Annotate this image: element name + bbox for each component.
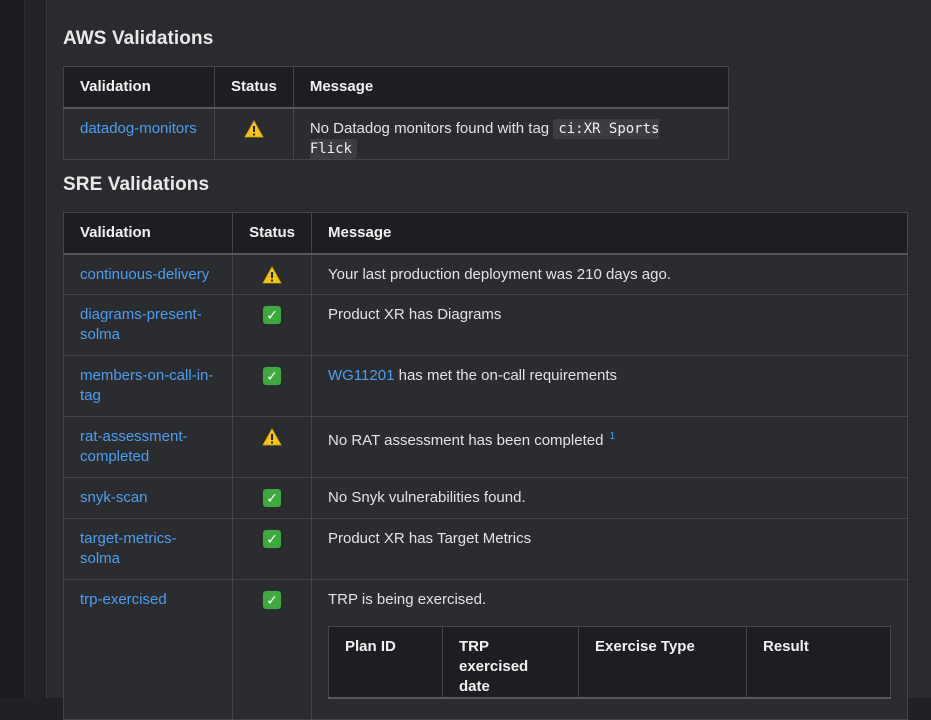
column-header-result: Result <box>746 626 891 699</box>
validation-link[interactable]: snyk-scan <box>80 489 148 506</box>
validation-link[interactable]: trp-exercised <box>80 591 167 608</box>
validation-link[interactable]: continuous-delivery <box>80 266 209 283</box>
table-row: rat-assessment-completed No RAT assessme… <box>62 416 908 478</box>
message-text: TRP is being exercised. <box>328 591 487 608</box>
message-text: Your last production deployment was 210 … <box>328 265 672 283</box>
message-cell: No RAT assessment has been completed 1 <box>311 416 908 478</box>
validation-link[interactable]: diagrams-present-solma <box>80 306 202 343</box>
message-text: has met the on-call requirements <box>394 367 618 384</box>
left-rail <box>0 0 25 698</box>
column-header-status: Status <box>232 212 312 255</box>
message-text: Product XR has Target Metrics <box>328 530 532 547</box>
message-cell: Product XR has Diagrams <box>311 294 908 356</box>
status-cell: ✓ <box>232 518 312 580</box>
sre-validations-table: Validation Status Message continuous-del… <box>62 212 908 720</box>
table-row: target-metrics-solma ✓ Product XR has Ta… <box>62 518 908 580</box>
validation-cell: members-on-call-in-tag <box>62 355 234 417</box>
validation-cell: continuous-delivery <box>62 253 234 295</box>
validation-cell: rat-assessment-completed <box>62 416 234 478</box>
table-row: members-on-call-in-tag ✓ WG11201 has met… <box>62 355 908 417</box>
validation-link[interactable]: datadog-monitors <box>80 120 197 137</box>
team-link[interactable]: WG11201 <box>328 367 394 384</box>
aws-validations-table: Validation Status Message datadog-monito… <box>63 66 730 160</box>
validation-cell: snyk-scan <box>62 477 234 519</box>
status-cell: ✓ <box>232 579 312 720</box>
column-header-validation: Validation <box>62 212 234 255</box>
footnote-link[interactable]: 1 <box>610 431 616 442</box>
status-cell: ✓ <box>232 294 312 356</box>
validation-link[interactable]: target-metrics-solma <box>80 530 177 567</box>
table-row: diagrams-present-solma ✓ Product XR has … <box>62 294 908 356</box>
message-cell: TRP is being exercised. Plan ID TRP exer… <box>311 579 908 720</box>
validation-cell: trp-exercised <box>62 579 234 720</box>
sidebar-gutter <box>25 0 46 698</box>
status-cell: ✓ <box>232 355 312 417</box>
column-header-exercise-type: Exercise Type <box>578 626 747 699</box>
column-header-plan-id: Plan ID <box>328 626 443 699</box>
message-text: No Snyk vulnerabilities found. <box>328 489 526 506</box>
warning-icon <box>262 265 282 283</box>
status-cell <box>214 107 294 160</box>
message-cell: No Datadog monitors found with tag ci:XR… <box>292 107 730 160</box>
table-row: continuous-delivery Your last production… <box>62 253 908 295</box>
validation-link[interactable]: rat-assessment-completed <box>80 428 188 465</box>
check-icon: ✓ <box>263 530 282 548</box>
validation-cell: datadog-monitors <box>63 107 215 160</box>
column-header-trp-exercised-date: TRP exercised date <box>442 626 579 699</box>
column-header-status: Status <box>214 66 294 109</box>
message-cell: No Snyk vulnerabilities found. <box>311 477 908 519</box>
message-text: No Datadog monitors found with tag <box>309 119 554 137</box>
validation-cell: target-metrics-solma <box>62 518 234 580</box>
check-icon: ✓ <box>263 367 282 385</box>
message-text: No RAT assessment has been completed <box>328 432 608 449</box>
column-header-message: Message <box>311 212 908 255</box>
message-cell: Your last production deployment was 210 … <box>311 253 908 295</box>
warning-icon <box>262 428 282 446</box>
message-text: Product XR has Diagrams <box>328 306 502 323</box>
validation-link[interactable]: members-on-call-in-tag <box>80 367 213 404</box>
check-icon: ✓ <box>263 591 282 609</box>
trp-table: Plan ID TRP exercised date Exercise Type… <box>328 626 891 699</box>
validation-cell: diagrams-present-solma <box>62 294 234 356</box>
check-icon: ✓ <box>263 489 282 507</box>
message-cell: Product XR has Target Metrics <box>311 518 908 580</box>
check-icon: ✓ <box>263 306 282 324</box>
warning-icon <box>244 119 264 137</box>
table-row: snyk-scan ✓ No Snyk vulnerabilities foun… <box>62 477 908 519</box>
column-header-validation: Validation <box>63 66 215 109</box>
status-cell: ✓ <box>232 477 312 519</box>
status-cell <box>232 253 312 295</box>
sre-validations-heading: SRE Validations <box>63 174 210 195</box>
column-header-message: Message <box>292 66 730 109</box>
table-row: datadog-monitors No Datadog monitors fou… <box>63 107 730 160</box>
message-cell: WG11201 has met the on-call requirements <box>311 355 908 417</box>
aws-validations-heading: AWS Validations <box>63 28 214 49</box>
table-row: trp-exercised ✓ TRP is being exercised. … <box>62 579 908 720</box>
status-cell <box>232 416 312 478</box>
